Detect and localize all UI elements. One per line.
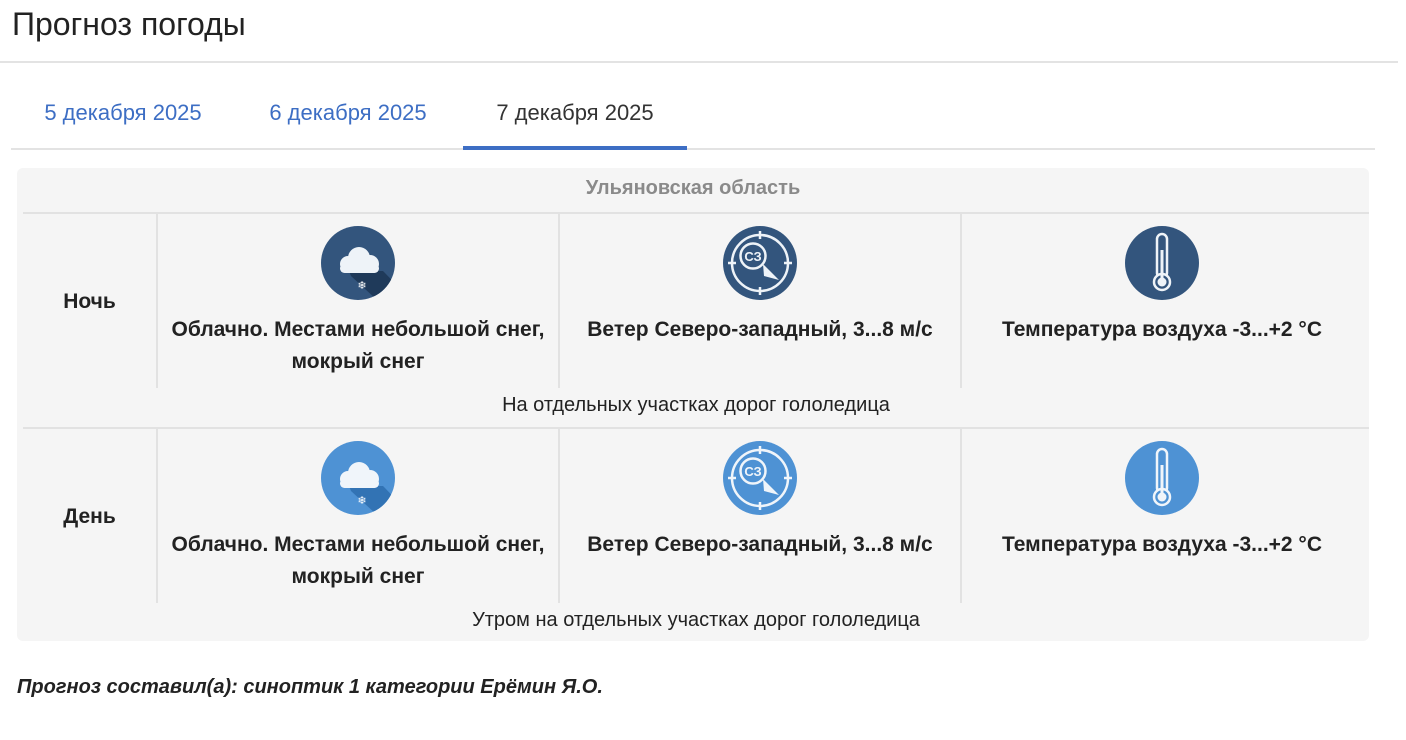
- night-sky-text: Облачно. Местами небольшой снег, мокрый …: [171, 318, 545, 373]
- night-wind-text: Ветер Северо-западный, 3...8 м/с: [587, 318, 933, 341]
- cloud-snow-icon: ❄: [321, 226, 395, 300]
- night-temperature-text: Температура воздуха -3...+2 °C: [1002, 318, 1322, 341]
- night-wind-cell: СЗ Ветер Северо-западный, 3...8 м/с: [560, 214, 962, 388]
- thermometer-icon: [1125, 441, 1199, 515]
- page-title: Прогноз погоды: [12, 6, 246, 42]
- day-sky-cell: ❄ Облачно. Местами небольшой снег, мокры…: [158, 429, 560, 603]
- day-wind-text: Ветер Северо-западный, 3...8 м/с: [587, 533, 933, 556]
- night-sky-cell: ❄ Облачно. Местами небольшой снег, мокры…: [158, 214, 560, 388]
- night-label-cell: Ночь: [23, 214, 158, 388]
- tab-date-2[interactable]: 6 декабря 2025: [248, 86, 448, 148]
- day-label: День: [63, 505, 116, 528]
- night-road-note: На отдельных участках дорог гололедица: [502, 394, 890, 416]
- thermometer-icon: [1125, 226, 1199, 300]
- day-section: День ❄ Облачно. Местами небольшой снег, …: [23, 427, 1369, 642]
- day-wind-cell: СЗ Ветер Северо-западный, 3...8 м/с: [560, 429, 962, 603]
- svg-text:❄: ❄: [357, 279, 366, 292]
- tab-date-1[interactable]: 5 декабря 2025: [23, 86, 223, 148]
- day-temperature-cell: Температура воздуха -3...+2 °C: [962, 429, 1362, 603]
- svg-text:❄: ❄: [357, 494, 366, 507]
- day-road-note: Утром на отдельных участках дорог гололе…: [472, 609, 920, 631]
- region-title: Ульяновская область: [585, 177, 801, 199]
- night-temperature-cell: Температура воздуха -3...+2 °C: [962, 214, 1362, 388]
- day-temperature-text: Температура воздуха -3...+2 °C: [1002, 533, 1322, 556]
- title-divider: [0, 61, 1398, 63]
- cloud-snow-icon: ❄: [321, 441, 395, 515]
- day-sky-text: Облачно. Местами небольшой снег, мокрый …: [171, 533, 545, 588]
- day-label-cell: День: [23, 429, 158, 603]
- wind-direction-label: СЗ: [744, 464, 761, 479]
- forecast-author: Прогноз составил(а): синоптик 1 категори…: [17, 676, 603, 698]
- night-section: Ночь ❄ Облачно. Местами небольшой снег, …: [23, 212, 1369, 427]
- tab-date-3[interactable]: 7 декабря 2025: [463, 86, 687, 150]
- forecast-card: Ульяновская область Ночь ❄ Облачно. Мест…: [17, 168, 1369, 641]
- wind-direction-icon: СЗ: [723, 441, 797, 515]
- date-tabs: 5 декабря 2025 6 декабря 2025 7 декабря …: [11, 86, 1375, 150]
- wind-direction-label: СЗ: [744, 249, 761, 264]
- wind-direction-icon: СЗ: [723, 226, 797, 300]
- night-label: Ночь: [63, 290, 116, 313]
